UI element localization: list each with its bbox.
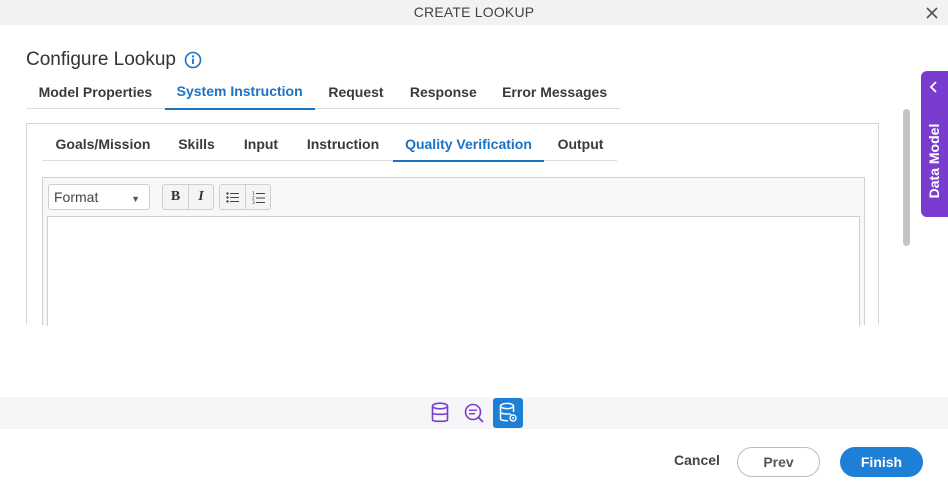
tab-response[interactable]: Response [397, 74, 489, 109]
close-button[interactable] [922, 3, 942, 23]
info-button[interactable] [184, 51, 202, 69]
page-title: Configure Lookup [26, 49, 176, 70]
editor-content-area[interactable] [47, 216, 860, 326]
database-icon [431, 402, 449, 423]
info-icon [184, 51, 202, 69]
bulleted-list-icon [226, 191, 239, 203]
format-select-value: Format [54, 189, 99, 205]
bold-button[interactable]: B [163, 185, 188, 209]
subtab-quality-verification[interactable]: Quality Verification [393, 127, 544, 162]
title-bar: CREATE LOOKUP [0, 0, 948, 25]
data-model-label: Data Model [926, 123, 942, 199]
database-button[interactable] [425, 398, 455, 428]
subtab-goals-mission[interactable]: Goals/Mission [42, 127, 164, 161]
list-group: 1 2 3 [219, 184, 271, 210]
database-settings-icon [499, 402, 517, 422]
tab-model-properties[interactable]: Model Properties [26, 74, 165, 109]
subtab-instruction[interactable]: Instruction [293, 127, 393, 161]
page-heading: Configure Lookup [26, 49, 202, 71]
bulleted-list-button[interactable] [220, 185, 245, 209]
cancel-button[interactable]: Cancel [674, 452, 720, 468]
bottom-icon-strip [0, 397, 948, 429]
subtab-input[interactable]: Input [229, 127, 293, 161]
italic-button[interactable]: I [188, 185, 213, 209]
window-title: CREATE LOOKUP [413, 4, 535, 20]
finish-button[interactable]: Finish [840, 447, 923, 477]
tab-system-instruction[interactable]: System Instruction [164, 74, 315, 110]
subtab-skills[interactable]: Skills [164, 127, 229, 161]
search-comment-button[interactable] [459, 398, 489, 428]
data-model-panel-toggle[interactable]: Data Model [921, 71, 948, 217]
search-comment-icon [464, 403, 484, 423]
format-select[interactable]: Format ▼ [48, 184, 150, 210]
tab-request[interactable]: Request [315, 74, 398, 109]
rich-text-editor: Format ▼ B I 1 2 3 [42, 177, 865, 326]
close-icon [926, 7, 938, 19]
system-instruction-panel: Goals/Mission Skills Input Instruction Q… [26, 123, 879, 326]
numbered-list-button[interactable]: 1 2 3 [245, 185, 270, 209]
editor-toolbar: Format ▼ B I 1 2 3 [43, 178, 864, 215]
main-tabs: Model Properties System Instruction Requ… [26, 74, 620, 110]
numbered-list-icon: 1 2 3 [252, 191, 265, 204]
database-settings-button[interactable] [493, 398, 523, 428]
text-style-group: B I [162, 184, 214, 210]
tab-error-messages[interactable]: Error Messages [489, 74, 620, 109]
chevron-left-icon [929, 81, 937, 93]
svg-text:3: 3 [252, 200, 255, 204]
scrollbar-thumb[interactable] [903, 109, 910, 246]
sub-tabs: Goals/Mission Skills Input Instruction Q… [42, 127, 617, 162]
prev-button[interactable]: Prev [737, 447, 820, 477]
subtab-output[interactable]: Output [544, 127, 617, 161]
caret-down-icon: ▼ [131, 194, 140, 204]
